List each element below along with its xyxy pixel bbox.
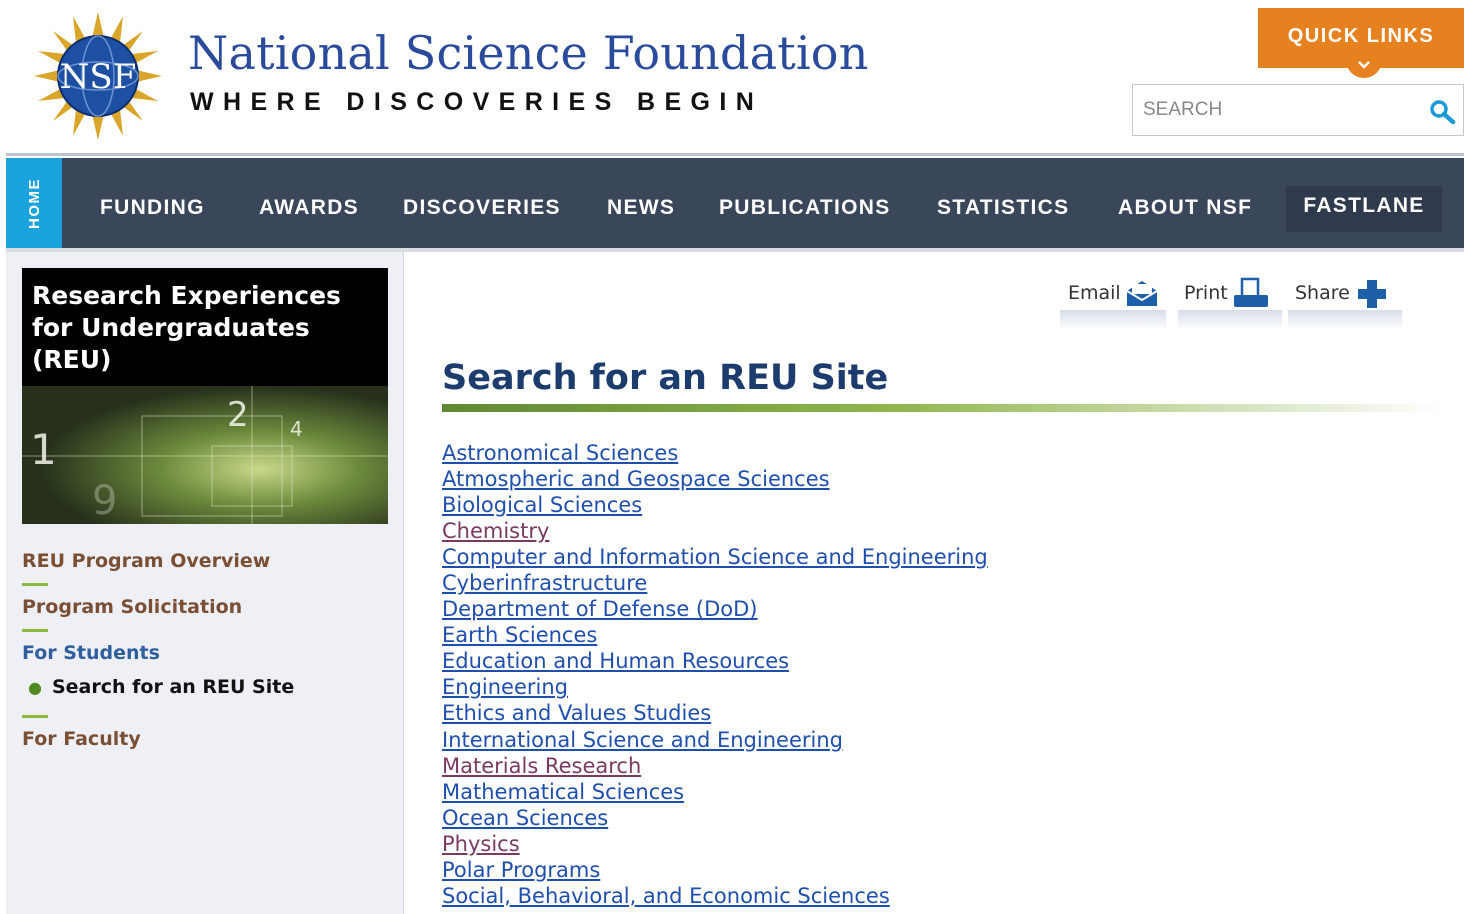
main-nav: HOME FUNDING AWARDS DISCOVERIES NEWS PUB… — [6, 158, 1464, 248]
list-item: Earth Sciences — [442, 622, 988, 648]
site-link[interactable]: Earth Sciences — [442, 623, 597, 647]
list-item: Physics — [442, 831, 988, 857]
nav-fastlane-button[interactable]: FASTLANE — [1286, 186, 1442, 232]
header-divider — [6, 153, 1464, 156]
site-link[interactable]: Chemistry — [442, 519, 549, 543]
nsf-logo-icon[interactable]: NSF — [34, 12, 162, 140]
site-link[interactable]: Engineering — [442, 675, 568, 699]
sidebar-divider — [22, 715, 48, 718]
site-link[interactable]: Cyberinfrastructure — [442, 571, 647, 595]
share-shadow — [1060, 310, 1166, 330]
share-shadow — [1288, 310, 1402, 330]
list-item: Social, Behavioral, and Economic Science… — [442, 883, 988, 909]
site-link[interactable]: Ethics and Values Studies — [442, 701, 711, 725]
nav-item-funding[interactable]: FUNDING — [100, 158, 205, 248]
svg-text:NSF: NSF — [60, 57, 137, 97]
svg-text:2: 2 — [227, 395, 249, 435]
sidebar-link-solicitation[interactable]: Program Solicitation — [22, 596, 242, 618]
list-item: Polar Programs — [442, 857, 988, 883]
svg-text:9: 9 — [92, 478, 117, 524]
list-item: Biological Sciences — [442, 492, 988, 518]
search-input[interactable] — [1143, 93, 1413, 127]
list-item: Education and Human Resources — [442, 648, 988, 674]
nav-item-news[interactable]: NEWS — [607, 158, 675, 248]
site-link[interactable]: Astronomical Sciences — [442, 441, 678, 465]
list-item: Ethics and Values Studies — [442, 700, 988, 726]
print-icon — [1233, 277, 1268, 307]
site-link[interactable]: Education and Human Resources — [442, 649, 789, 673]
search-box — [1132, 84, 1464, 136]
org-name[interactable]: National Science Foundation — [188, 26, 869, 80]
email-icon — [1126, 281, 1158, 306]
email-label: Email — [1068, 282, 1121, 304]
tagline: WHERE DISCOVERIES BEGIN — [190, 88, 764, 116]
sidebar-link-overview[interactable]: REU Program Overview — [22, 550, 270, 572]
title-underline — [442, 404, 1444, 412]
list-item: Chemistry — [442, 518, 988, 544]
site-link[interactable]: Biological Sciences — [442, 493, 642, 517]
site-link[interactable]: Computer and Information Science and Eng… — [442, 545, 988, 569]
site-link[interactable]: Physics — [442, 832, 520, 856]
nav-item-about-nsf[interactable]: ABOUT NSF — [1118, 158, 1252, 248]
program-title: Research Experiences for Undergraduates … — [22, 268, 388, 386]
share-label: Share — [1295, 282, 1350, 304]
list-item: Ocean Sciences — [442, 805, 988, 831]
list-item: Engineering — [442, 674, 988, 700]
reu-site-list: Astronomical Sciences Atmospheric and Ge… — [442, 440, 988, 909]
list-item: Computer and Information Science and Eng… — [442, 544, 988, 570]
share-shadow — [1178, 310, 1282, 330]
chevron-down-icon[interactable] — [1346, 52, 1382, 78]
sidebar: Research Experiences for Undergraduates … — [6, 252, 404, 914]
search-icon[interactable] — [1427, 97, 1457, 127]
nav-item-discoveries[interactable]: DISCOVERIES — [403, 158, 561, 248]
list-item: Atmospheric and Geospace Sciences — [442, 466, 988, 492]
site-link[interactable]: Atmospheric and Geospace Sciences — [442, 467, 830, 491]
page-title: Search for an REU Site — [442, 358, 889, 398]
program-banner-image: 1 2 4 9 — [22, 386, 388, 524]
site-link[interactable]: International Science and Engineering — [442, 728, 843, 752]
site-link[interactable]: Mathematical Sciences — [442, 780, 684, 804]
share-button[interactable]: Share — [1295, 276, 1390, 310]
nav-item-statistics[interactable]: STATISTICS — [937, 158, 1069, 248]
svg-text:4: 4 — [290, 417, 303, 441]
bullet-icon: ● — [28, 678, 42, 697]
sidebar-divider — [22, 629, 48, 632]
nav-item-awards[interactable]: AWARDS — [259, 158, 359, 248]
nav-item-publications[interactable]: PUBLICATIONS — [719, 158, 891, 248]
sidebar-link-for-students[interactable]: For Students — [22, 642, 160, 664]
email-button[interactable]: Email — [1068, 276, 1159, 310]
svg-text:1: 1 — [30, 425, 57, 474]
sidebar-divider — [22, 583, 48, 586]
plus-share-icon — [1357, 280, 1386, 308]
site-link[interactable]: Polar Programs — [442, 858, 600, 882]
list-item: Mathematical Sciences — [442, 779, 988, 805]
site-link[interactable]: Materials Research — [442, 754, 641, 778]
site-link[interactable]: Department of Defense (DoD) — [442, 597, 758, 621]
print-label: Print — [1184, 282, 1228, 304]
site-header: NSF National Science Foundation WHERE DI… — [0, 0, 1464, 152]
site-link[interactable]: Ocean Sciences — [442, 806, 608, 830]
list-item: International Science and Engineering — [442, 727, 988, 753]
list-item: Materials Research — [442, 753, 988, 779]
list-item: Cyberinfrastructure — [442, 570, 988, 596]
nav-home-tab[interactable]: HOME — [6, 158, 62, 248]
print-button[interactable]: Print — [1184, 276, 1270, 310]
sidebar-current-item[interactable]: ● Search for an REU Site — [28, 676, 294, 698]
list-item: Astronomical Sciences — [442, 440, 988, 466]
site-link[interactable]: Social, Behavioral, and Economic Science… — [442, 884, 890, 908]
sidebar-link-for-faculty[interactable]: For Faculty — [22, 728, 141, 750]
list-item: Department of Defense (DoD) — [442, 596, 988, 622]
